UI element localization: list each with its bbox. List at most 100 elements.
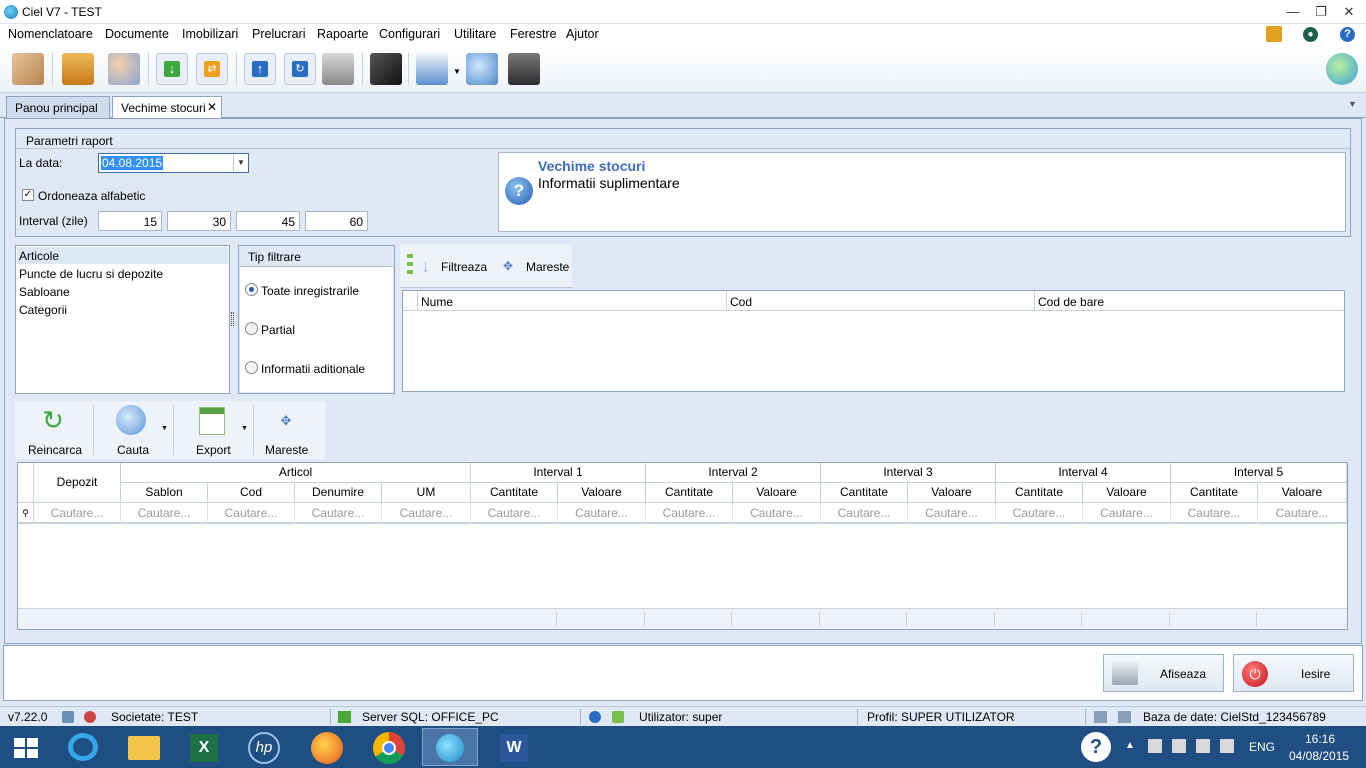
search-denumire[interactable]: Cautare... [295,503,382,523]
tray-network-icon[interactable] [1196,739,1210,753]
export-button[interactable]: Export [196,443,231,457]
exchange-icon[interactable]: ⇄ [196,53,228,85]
col-depozit[interactable]: Depozit [34,463,121,503]
expand-filter-button[interactable]: Mareste [526,260,569,274]
menu-configurari[interactable]: Configurari [379,27,440,41]
sort-checkbox[interactable]: ✓ [22,189,34,201]
col-valoare-5[interactable]: Valoare [1258,483,1347,503]
word-icon[interactable]: W [486,728,542,766]
info-icon[interactable]: ● [1303,27,1318,42]
tray-volume-icon[interactable] [1220,739,1234,753]
interval-1-input[interactable]: 15 [98,211,162,231]
explorer-icon[interactable] [116,728,172,766]
col-sablon[interactable]: Sablon [121,483,208,503]
col-valoare-1[interactable]: Valoare [558,483,646,503]
ie-icon[interactable] [56,728,112,766]
help-tray-icon[interactable]: ? [1081,732,1111,762]
tray-language[interactable]: ENG [1249,740,1275,754]
reload-icon[interactable]: ↻ [37,405,69,435]
menu-documente[interactable]: Documente [105,27,169,41]
col-cantitate-1[interactable]: Cantitate [471,483,558,503]
users-icon[interactable] [108,53,140,85]
expand-report-icon[interactable]: ✥ [271,407,301,435]
expand-report-button[interactable]: Mareste [265,443,308,457]
key-icon[interactable] [1266,26,1282,42]
calculator-icon[interactable] [508,53,540,85]
search-cantitate-3[interactable]: Cautare... [821,503,908,523]
menu-rapoarte[interactable]: Rapoarte [317,27,368,41]
col-um[interactable]: UM [382,483,471,503]
filter-item-puncte[interactable]: Puncte de lucru si depozite [19,267,163,281]
col-cod[interactable]: Cod [730,295,752,309]
search-valoare-2[interactable]: Cautare... [733,503,821,523]
chevron-down-icon[interactable]: ▼ [453,67,461,76]
chat-icon[interactable] [1326,53,1358,85]
tray-date[interactable]: 04/08/2015 [1289,749,1349,763]
menu-utilitare[interactable]: Utilitare [454,27,496,41]
export-icon[interactable] [199,407,225,435]
splitter-handle[interactable] [231,312,234,326]
box-icon[interactable] [62,53,94,85]
search-cantitate-5[interactable]: Cautare... [1171,503,1258,523]
col-cod[interactable]: Cod [208,483,295,503]
minimize-button[interactable]: — [1282,3,1304,21]
col-group-interval-1[interactable]: Interval 1 [471,463,646,483]
col-denumire[interactable]: Denumire [295,483,382,503]
tray-chevron-up-icon[interactable]: ▲ [1125,740,1135,751]
search-chevron-down-icon[interactable]: ▼ [161,425,168,432]
export-chevron-down-icon[interactable]: ▼ [241,425,248,432]
col-valoare-2[interactable]: Valoare [733,483,821,503]
col-cod-bare[interactable]: Cod de bare [1038,295,1104,309]
refresh-doc-icon[interactable]: ↻ [284,53,316,85]
handshake-icon[interactable] [12,53,44,85]
filter-item-articole[interactable]: Articole [19,249,59,263]
col-group-articol[interactable]: Articol [121,463,471,483]
restore-button[interactable]: ❐ [1310,3,1332,21]
help-icon[interactable]: ? [1340,27,1355,42]
col-cantitate-4[interactable]: Cantitate [996,483,1083,503]
close-tab-icon[interactable]: ✕ [207,100,217,114]
card-reader-icon[interactable] [370,53,402,85]
col-group-interval-5[interactable]: Interval 5 [1171,463,1347,483]
radio-partial[interactable] [245,322,258,335]
search-um[interactable]: Cautare... [382,503,471,523]
tab-panou-principal[interactable]: Panou principal [6,96,110,118]
preview-icon[interactable] [466,53,498,85]
menu-ajutor[interactable]: Ajutor [566,27,599,41]
tray-flag-icon[interactable] [1148,739,1162,753]
firefox-icon[interactable] [299,728,355,766]
interval-2-input[interactable]: 30 [167,211,231,231]
menu-prelucrari[interactable]: Prelucrari [252,27,306,41]
col-group-interval-3[interactable]: Interval 3 [821,463,996,483]
menu-imobilizari[interactable]: Imobilizari [182,27,238,41]
col-valoare-3[interactable]: Valoare [908,483,996,503]
radio-toate[interactable] [245,283,258,296]
search-valoare-5[interactable]: Cautare... [1258,503,1347,523]
chrome-icon[interactable] [361,728,417,766]
date-picker[interactable]: 04.08.2015 ▼ [98,153,249,173]
search-cantitate-1[interactable]: Cautare... [471,503,558,523]
download-icon[interactable]: ↓ [156,53,188,85]
search-icon[interactable] [116,405,146,435]
exit-button[interactable]: ⏻ Iesire [1233,654,1354,692]
interval-3-input[interactable]: 45 [236,211,300,231]
interval-4-input[interactable]: 60 [305,211,368,231]
menu-nomenclatoare[interactable]: Nomenclatoare [8,27,93,41]
search-cod[interactable]: Cautare... [208,503,295,523]
search-cantitate-4[interactable]: Cautare... [996,503,1083,523]
close-button[interactable]: ✕ [1338,3,1360,21]
ciel-task-icon[interactable] [422,728,478,766]
search-cantitate-2[interactable]: Cautare... [646,503,733,523]
upload-icon[interactable]: ↑ [244,53,276,85]
tab-menu-chevron-icon[interactable]: ▼ [1348,99,1357,109]
search-valoare-1[interactable]: Cautare... [558,503,646,523]
search-valoare-3[interactable]: Cautare... [908,503,996,523]
col-group-interval-4[interactable]: Interval 4 [996,463,1171,483]
date-dropdown-chevron-icon[interactable]: ▼ [233,154,248,172]
excel-icon[interactable]: X [176,728,232,766]
col-nume[interactable]: Nume [421,295,453,309]
tray-time[interactable]: 16:16 [1305,732,1335,746]
filter-item-categorii[interactable]: Categorii [19,303,67,317]
reload-button[interactable]: Reincarca [28,443,82,457]
col-group-interval-2[interactable]: Interval 2 [646,463,821,483]
